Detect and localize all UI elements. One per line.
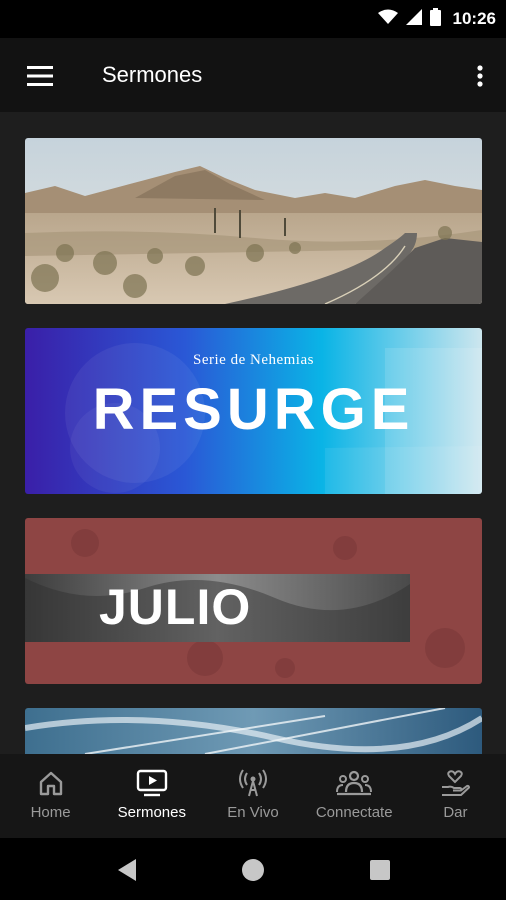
home-circle-icon[interactable] [239,856,267,884]
back-triangle-icon[interactable] [113,856,141,884]
nav-item-dar[interactable]: Dar [405,754,506,838]
resurge-title: RESURGE [92,377,415,442]
signal-icon [405,8,422,30]
home-icon [38,768,64,798]
nav-item-sermones[interactable]: Sermones [101,754,202,838]
sermon-card-julio[interactable]: JULIO [25,518,482,684]
nav-item-connectate[interactable]: Connectate [304,754,405,838]
resurge-subtitle: Serie de Nehemias [193,352,314,368]
hamburger-menu-icon[interactable] [14,54,66,98]
status-icons: 10:26 [377,7,496,31]
people-group-icon [336,768,373,798]
desert-road-photo [25,138,482,304]
sermon-card-desert[interactable] [25,138,482,304]
sermon-list[interactable]: Serie de Nehemias RESURGE JULIO [0,112,506,754]
app-bar: Sermones [0,38,506,112]
nav-label-connectate: Connectate [315,804,393,821]
recents-square-icon[interactable] [366,856,394,884]
video-play-icon [136,768,168,798]
julio-series-graphic [25,518,482,684]
bottom-navigation: Home Sermones En Vivo Connectate Dar [0,754,506,838]
nav-label-home: Home [30,804,71,821]
page-title: Sermones [102,62,203,87]
nav-item-en-vivo[interactable]: En Vivo [202,754,303,838]
live-broadcast-icon [238,768,268,798]
nav-label-sermones: Sermones [117,804,186,821]
nav-label-en-vivo: En Vivo [227,804,279,821]
status-time: 10:26 [452,9,496,28]
battery-icon [429,7,441,31]
wifi-icon [377,9,398,30]
nav-label-dar: Dar [443,804,468,821]
more-vert-icon[interactable] [468,54,492,98]
sermon-card-resurge[interactable]: Serie de Nehemias RESURGE [25,328,482,494]
nav-item-home[interactable]: Home [0,754,101,838]
julio-title: JULIO [99,579,252,635]
system-navigation-bar [0,838,506,900]
sermon-card-sky[interactable] [25,708,482,754]
sky-contrails-photo [25,708,482,754]
status-bar: 10:26 [0,0,506,38]
give-heart-hand-icon [440,768,471,798]
